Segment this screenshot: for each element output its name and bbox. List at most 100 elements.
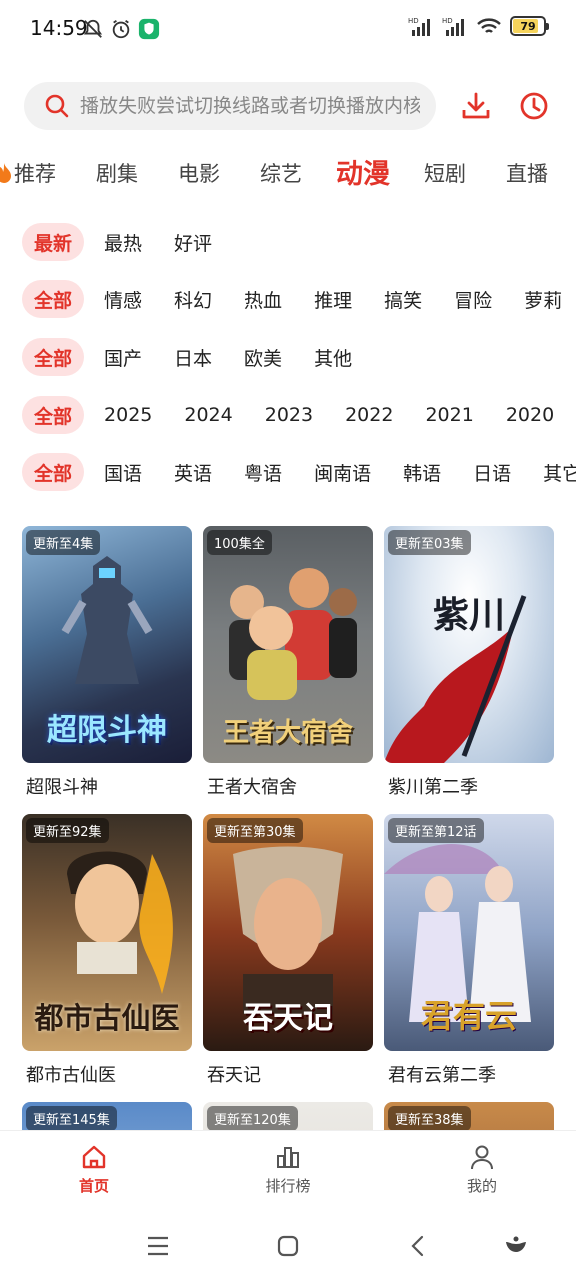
- wifi-icon: [477, 18, 501, 33]
- home-system-button[interactable]: [274, 1232, 302, 1260]
- video-title: 吞天记: [207, 1065, 261, 1086]
- battery-icon: 79: [510, 16, 549, 36]
- tab-anime[interactable]: 动漫: [336, 152, 390, 191]
- assistant-button[interactable]: [502, 1232, 530, 1260]
- filter-chip[interactable]: 萝莉: [512, 280, 574, 318]
- episode-badge: 100集全: [207, 530, 272, 555]
- poster-title-art: 吞天记: [243, 1001, 333, 1036]
- poster-image: 超限斗神 更新至4集: [22, 526, 192, 763]
- tab-live[interactable]: 直播: [506, 158, 548, 188]
- video-card[interactable]: 吞天记 更新至第30集 吞天记: [203, 814, 373, 1087]
- hd-signal-icon: HD: [408, 17, 430, 36]
- home-icon: [82, 1145, 106, 1169]
- tab-short-drama[interactable]: 短剧: [424, 158, 466, 188]
- filter-chip[interactable]: 2020: [494, 396, 566, 434]
- search-bar[interactable]: [24, 82, 436, 130]
- assistant-icon: [506, 1236, 526, 1252]
- system-nav-bar: [0, 1212, 576, 1280]
- nav-ranking[interactable]: 排行榜: [243, 1143, 333, 1196]
- filter-chip[interactable]: 欧美: [232, 338, 294, 376]
- shield-app-icon: [138, 18, 160, 40]
- filter-chip[interactable]: 其它: [531, 453, 576, 491]
- status-time: 14:59: [30, 16, 88, 40]
- fire-icon: [0, 308, 10, 332]
- mute-bell-icon: [83, 19, 103, 38]
- video-card[interactable]: 都市古仙医 更新至92集 都市古仙医: [22, 814, 192, 1087]
- filter-chip[interactable]: 全部: [22, 453, 85, 491]
- filter-chip[interactable]: 2024: [172, 396, 244, 434]
- video-title: 都市古仙医: [26, 1065, 116, 1086]
- nav-profile[interactable]: 我的: [437, 1143, 527, 1196]
- filter-chip[interactable]: 2023: [253, 396, 325, 434]
- filter-row-language: 全部 国语 英语 粤语 闽南语 韩语 日语 其它: [22, 452, 576, 492]
- poster-image: 都市古仙医 更新至92集: [22, 814, 192, 1051]
- filter-chip[interactable]: 韩语: [391, 453, 453, 491]
- poster-title-art: 君有云: [420, 997, 517, 1035]
- nav-home[interactable]: 首页: [49, 1143, 139, 1196]
- video-title: 君有云第二季: [388, 1065, 496, 1086]
- filter-row-region: 全部 国产 日本 欧美 其他: [22, 337, 576, 377]
- back-button[interactable]: [404, 1232, 432, 1260]
- filter-chip[interactable]: 其他: [302, 338, 364, 376]
- tab-movie[interactable]: 电影: [178, 158, 220, 188]
- person-icon: [471, 1145, 493, 1170]
- tab-series[interactable]: 剧集: [96, 158, 138, 188]
- alarm-icon: [112, 19, 130, 39]
- filter-chip[interactable]: 最热: [92, 223, 154, 261]
- filter-chip[interactable]: 2022: [333, 396, 405, 434]
- tab-variety[interactable]: 综艺: [260, 158, 302, 188]
- svg-text:HD: HD: [408, 17, 419, 25]
- video-card[interactable]: 超限斗神 更新至4集 超限斗神: [22, 526, 192, 799]
- filter-chip[interactable]: 粤语: [232, 453, 294, 491]
- poster-image: 吞天记 更新至第30集: [203, 814, 373, 1051]
- mecha-figure-image: [61, 556, 153, 684]
- video-title: 王者大宿舍: [207, 777, 297, 798]
- poster-title-art: 紫川: [432, 594, 505, 636]
- filter-chip[interactable]: 搞笑: [372, 280, 434, 318]
- menu-button[interactable]: [144, 1232, 172, 1260]
- bar-chart-icon: [277, 1147, 299, 1168]
- tab-recommend[interactable]: 推荐: [0, 158, 56, 188]
- poster-image: 君有云 更新至第12话: [384, 814, 554, 1051]
- history-button[interactable]: [516, 88, 552, 124]
- download-icon: [462, 92, 490, 119]
- filter-chip[interactable]: 推理: [302, 280, 364, 318]
- filter-chip[interactable]: 冒险: [442, 280, 504, 318]
- clock-icon: [520, 92, 548, 120]
- filter-chip[interactable]: 好评: [162, 223, 224, 261]
- svg-text:HD: HD: [442, 17, 453, 25]
- nav-label: 首页: [78, 1177, 109, 1195]
- filter-chip[interactable]: 科幻: [162, 280, 224, 318]
- characters-image: [229, 568, 357, 700]
- filter-chip[interactable]: 2021: [413, 396, 485, 434]
- filter-chip[interactable]: 情感: [92, 280, 154, 318]
- back-chevron-icon: [411, 1235, 424, 1257]
- filter-chip[interactable]: 日本: [162, 338, 224, 376]
- episode-badge: 更新至03集: [388, 530, 471, 555]
- filter-chip[interactable]: 日语: [461, 453, 523, 491]
- search-input[interactable]: [80, 95, 420, 117]
- poster-title-art: 都市古仙医: [34, 1001, 180, 1035]
- video-card[interactable]: 紫川 更新至03集 紫川第二季: [384, 526, 554, 799]
- episode-badge: 更新至第30集: [207, 818, 303, 843]
- episode-badge: 更新至38集: [388, 1106, 471, 1131]
- filter-chip[interactable]: 2025: [92, 396, 164, 434]
- filter-chip[interactable]: 热血: [232, 280, 294, 318]
- video-title: 紫川第二季: [388, 777, 478, 798]
- bottom-nav: 首页 排行榜 我的: [0, 1130, 576, 1212]
- flame-icon: [139, 854, 173, 994]
- filter-chip[interactable]: 全部: [22, 280, 85, 318]
- video-card[interactable]: 王者大宿舍 100集全 王者大宿舍: [203, 526, 373, 799]
- filter-chip[interactable]: 最新: [22, 223, 85, 261]
- filter-chip[interactable]: 全部: [22, 338, 85, 376]
- filter-chip[interactable]: 国产: [92, 338, 154, 376]
- filter-chip[interactable]: 国语: [92, 453, 154, 491]
- video-card[interactable]: 君有云 更新至第12话 君有云第二季: [384, 814, 554, 1087]
- episode-badge: 更新至4集: [26, 530, 101, 555]
- download-button[interactable]: [458, 88, 494, 124]
- poster-image: 紫川 更新至03集: [384, 526, 554, 763]
- filter-chip[interactable]: 英语: [162, 453, 224, 491]
- filter-chip[interactable]: 全部: [22, 396, 85, 434]
- filter-chip[interactable]: 闽南语: [302, 453, 383, 491]
- video-title: 超限斗神: [26, 777, 98, 798]
